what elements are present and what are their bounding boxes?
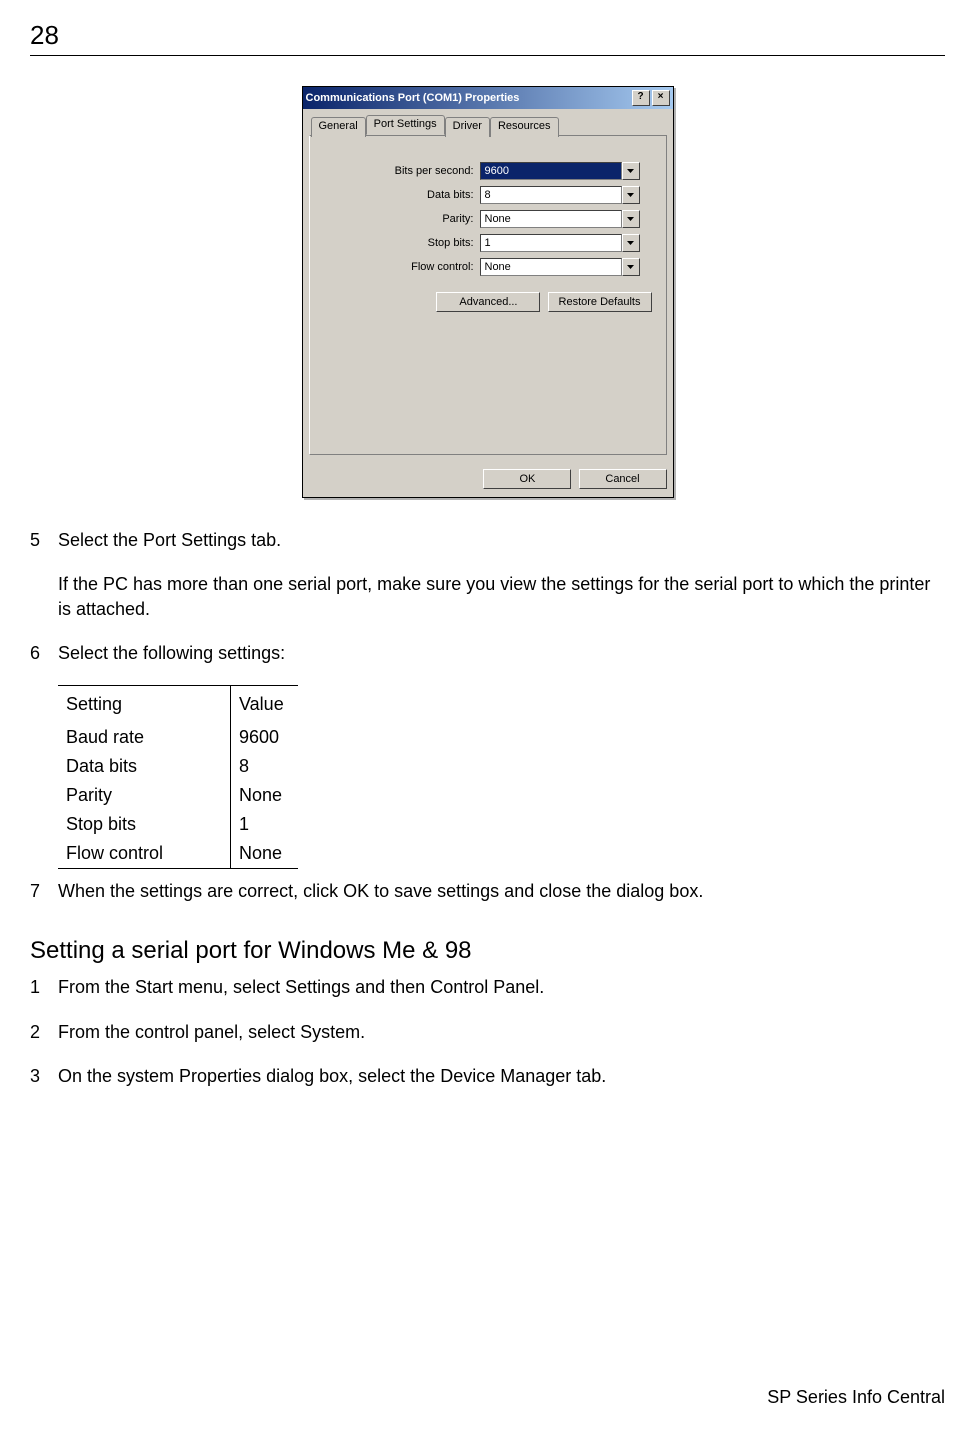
advanced-button[interactable]: Advanced... — [436, 292, 540, 312]
step-text: From the Start menu, select Settings and… — [58, 975, 945, 999]
stop-bits-select[interactable]: 1 — [480, 234, 640, 252]
dialog-titlebar: Communications Port (COM1) Properties ? … — [303, 87, 673, 109]
tab-panel: Bits per second: 9600 Data bits: — [309, 135, 667, 455]
section-heading: Setting a serial port for Windows Me & 9… — [30, 937, 945, 965]
data-bits-label: Data bits: — [324, 189, 480, 201]
dropdown-icon[interactable] — [622, 210, 640, 228]
table-cell: Stop bits — [58, 810, 231, 839]
step-7: 7 When the settings are correct, click O… — [30, 879, 945, 913]
step-text: When the settings are correct, click OK … — [58, 879, 945, 903]
tab-port-settings[interactable]: Port Settings — [366, 115, 445, 135]
step-2-2: 2 From the control panel, select System. — [30, 1020, 945, 1054]
step-2-3: 3 On the system Properties dialog box, s… — [30, 1064, 945, 1098]
footer-text: SP Series Info Central — [767, 1387, 945, 1408]
bits-per-second-select[interactable]: 9600 — [480, 162, 640, 180]
step-number: 2 — [30, 1020, 58, 1054]
step-text: Select the following settings: — [58, 641, 945, 665]
table-header-value: Value — [231, 686, 298, 724]
table-header-setting: Setting — [58, 686, 231, 724]
parity-value: None — [480, 210, 622, 228]
table-cell: Baud rate — [58, 723, 231, 752]
dropdown-icon[interactable] — [622, 186, 640, 204]
settings-table: Setting Value Baud rate 9600 Data bits 8… — [58, 685, 298, 869]
dialog-title: Communications Port (COM1) Properties — [306, 92, 630, 104]
flow-control-label: Flow control: — [324, 261, 480, 273]
page-number: 28 — [30, 20, 945, 51]
step-text: From the control panel, select System. — [58, 1020, 945, 1044]
step-5-note: If the PC has more than one serial port,… — [30, 572, 945, 631]
flow-control-value: None — [480, 258, 622, 276]
table-cell: Data bits — [58, 752, 231, 781]
table-cell: Flow control — [58, 839, 231, 869]
table-cell: 1 — [231, 810, 298, 839]
step-number: 5 — [30, 528, 58, 562]
close-button[interactable]: × — [652, 90, 670, 106]
dropdown-icon[interactable] — [622, 258, 640, 276]
table-cell: 9600 — [231, 723, 298, 752]
dropdown-icon[interactable] — [622, 234, 640, 252]
parity-select[interactable]: None — [480, 210, 640, 228]
step-text: On the system Properties dialog box, sel… — [58, 1064, 945, 1088]
ok-button[interactable]: OK — [483, 469, 571, 489]
bits-per-second-value: 9600 — [480, 162, 622, 180]
bits-per-second-label: Bits per second: — [324, 165, 480, 177]
step-number: 7 — [30, 879, 58, 913]
step-number: 6 — [30, 641, 58, 675]
data-bits-select[interactable]: 8 — [480, 186, 640, 204]
step-text: Select the Port Settings tab. — [58, 528, 945, 552]
tab-driver[interactable]: Driver — [445, 117, 490, 137]
data-bits-value: 8 — [480, 186, 622, 204]
table dat-cell: None — [231, 781, 298, 810]
dialog-figure: Communications Port (COM1) Properties ? … — [30, 86, 945, 498]
step-note-text: If the PC has more than one serial port,… — [58, 572, 945, 621]
dropdown-icon[interactable] — [622, 162, 640, 180]
help-button[interactable]: ? — [632, 90, 650, 106]
step-5: 5 Select the Port Settings tab. — [30, 528, 945, 562]
header-rule — [30, 55, 945, 56]
step-number: 3 — [30, 1064, 58, 1098]
restore-defaults-button[interactable]: Restore Defaults — [548, 292, 652, 312]
step-number: 1 — [30, 975, 58, 1009]
cancel-button[interactable]: Cancel — [579, 469, 667, 489]
step-2-1: 1 From the Start menu, select Settings a… — [30, 975, 945, 1009]
properties-dialog: Communications Port (COM1) Properties ? … — [302, 86, 674, 498]
tab-strip: General Port Settings Driver Resources — [309, 115, 667, 135]
tab-general[interactable]: General — [311, 117, 366, 137]
table-cell: 8 — [231, 752, 298, 781]
table-cell: Parity — [58, 781, 231, 810]
stop-bits-value: 1 — [480, 234, 622, 252]
parity-label: Parity: — [324, 213, 480, 225]
step-6: 6 Select the following settings: — [30, 641, 945, 675]
tab-resources[interactable]: Resources — [490, 117, 559, 137]
table-cell: None — [231, 839, 298, 869]
flow-control-select[interactable]: None — [480, 258, 640, 276]
stop-bits-label: Stop bits: — [324, 237, 480, 249]
